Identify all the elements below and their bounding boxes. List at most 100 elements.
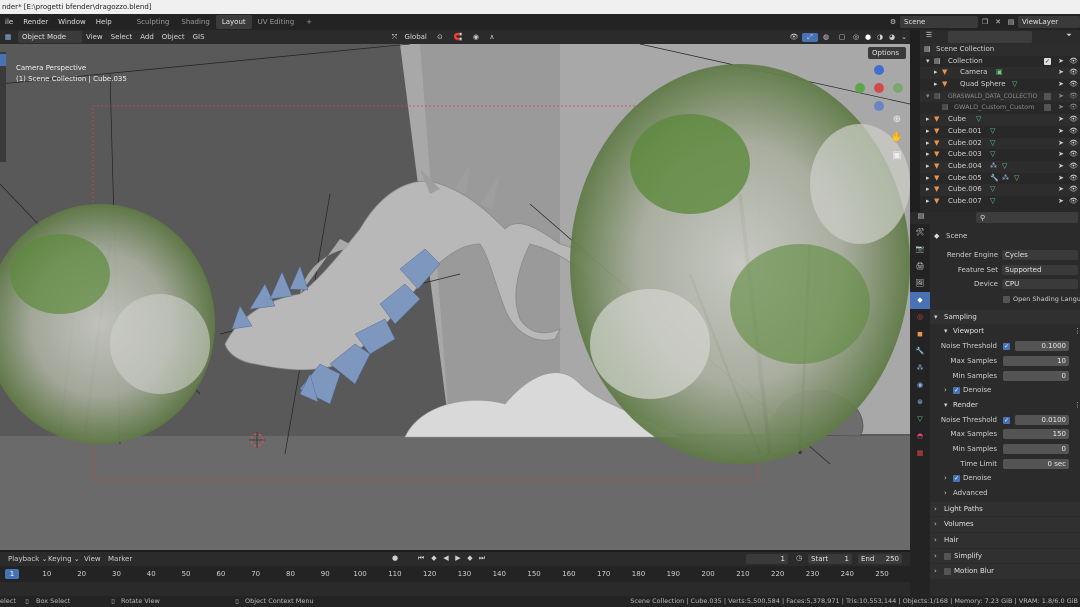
menu-help[interactable]: Help xyxy=(91,18,117,26)
outliner-row-scene-collection[interactable]: ▤ Scene Collection xyxy=(920,44,1080,56)
properties-editor-icon[interactable]: ▤ xyxy=(914,212,928,220)
device-dropdown[interactable]: CPU xyxy=(1002,279,1078,290)
time-limit-field[interactable]: 0 sec xyxy=(1003,458,1069,469)
proportional-edit-icon[interactable]: ◉ xyxy=(467,33,485,41)
outliner-row-gwald-custom[interactable]: ▤ GWALD_Custom_Custom ➤ 👁 xyxy=(920,102,1080,114)
open-shading-checkbox[interactable] xyxy=(1003,296,1010,304)
pivot-icon[interactable]: ⊙ xyxy=(431,33,449,41)
zoom-icon[interactable]: ⊕ xyxy=(890,114,904,125)
expand-icon[interactable]: ▸ xyxy=(926,114,930,126)
outliner-row-camera[interactable]: ▸ ▼ Camera ▣ ➤ 👁 xyxy=(920,67,1080,80)
particles-tab-icon[interactable]: ⁂ xyxy=(910,360,930,377)
select-arrow-icon[interactable]: ➤ xyxy=(1058,161,1064,173)
select-arrow-icon[interactable]: ➤ xyxy=(1058,67,1064,79)
motion-blur-panel-header[interactable]: › Motion Blur xyxy=(930,564,1080,580)
select-arrow-icon[interactable]: ➤ xyxy=(1058,91,1064,103)
menu-gis[interactable]: GIS xyxy=(189,33,209,41)
play-icon[interactable]: ▶ xyxy=(452,554,464,562)
expand-icon[interactable]: ▾ xyxy=(926,56,930,68)
select-arrow-icon[interactable]: ➤ xyxy=(1058,56,1064,68)
pan-hand-icon[interactable]: ✋ xyxy=(890,132,904,143)
shading-rendered-icon[interactable]: ◕ xyxy=(886,33,898,41)
menu-window[interactable]: Window xyxy=(53,18,91,26)
add-workspace-button[interactable]: + xyxy=(300,15,318,29)
outliner-row-cube-001[interactable]: ▸ ▼ Cube.001 ▽ ➤ 👁 xyxy=(920,126,1080,138)
menu-file[interactable]: ile xyxy=(0,18,18,26)
outliner-row-cube[interactable]: ▸ ▼ Cube ▽ ➤ 👁 xyxy=(920,114,1080,126)
tab-sculpting[interactable]: Sculpting xyxy=(131,15,176,29)
marker-menu[interactable]: Marker xyxy=(108,555,132,563)
noise-threshold-field[interactable]: 0.0100 xyxy=(1015,414,1069,425)
r-denoise-row[interactable]: › ✓ Denoise xyxy=(930,471,1080,486)
select-tool-icon[interactable] xyxy=(0,54,6,66)
volumes-panel-header[interactable]: › Volumes xyxy=(930,517,1080,533)
timeline-view-menu[interactable]: View xyxy=(84,555,101,563)
menu-select[interactable]: Select xyxy=(107,33,137,41)
eye-icon[interactable]: 👁 xyxy=(1069,173,1078,185)
3d-viewport[interactable]: Camera Perspective (1) Scene Collection … xyxy=(0,44,910,550)
copy-scene-icon[interactable]: ❐ xyxy=(978,18,992,26)
jump-start-icon[interactable]: ⏮ xyxy=(415,554,427,563)
outliner-row-collection[interactable]: ▾ ▤ Collection ✓ ➤ 👁 xyxy=(920,56,1080,68)
noise-threshold-checkbox[interactable]: ✓ xyxy=(1003,416,1010,424)
data-tab-icon[interactable]: ▽ xyxy=(910,411,930,428)
eye-icon[interactable]: 👁 xyxy=(1069,114,1078,126)
jump-end-icon[interactable]: ⏭ xyxy=(476,554,488,563)
world-tab-icon[interactable]: ◎ xyxy=(910,309,930,326)
expand-icon[interactable]: ▸ xyxy=(926,161,930,173)
shading-material-icon[interactable]: ◑ xyxy=(874,33,886,41)
xray-icon[interactable]: ▢ xyxy=(834,33,850,41)
output-tab-icon[interactable]: 🖨 xyxy=(910,258,930,275)
select-arrow-icon[interactable]: ➤ xyxy=(1058,173,1064,185)
eye-icon[interactable]: 👁 xyxy=(1069,161,1078,173)
menu-view[interactable]: View xyxy=(82,33,107,41)
material-tab-icon[interactable]: ◓ xyxy=(910,428,930,445)
visibility-icon[interactable]: 👁 xyxy=(786,33,802,41)
modifier-tab-icon[interactable]: 🔧 xyxy=(910,343,930,360)
prev-keyframe-icon[interactable]: ◆ xyxy=(428,554,440,562)
select-arrow-icon[interactable]: ➤ xyxy=(1058,114,1064,126)
simplify-checkbox[interactable] xyxy=(944,552,951,560)
expand-icon[interactable]: ▸ xyxy=(934,67,938,79)
object-mode-dropdown[interactable]: Object Mode xyxy=(18,31,82,43)
min-samples-field[interactable]: 0 xyxy=(1003,370,1069,381)
outliner-row-cube-006[interactable]: ▸ ▼ Cube.006 ▽ ➤ 👁 xyxy=(920,184,1080,196)
tab-uv-editing[interactable]: UV Editing xyxy=(252,15,301,29)
tab-layout[interactable]: Layout xyxy=(215,15,252,29)
close-scene-icon[interactable]: ✕ xyxy=(992,18,1004,26)
outliner-row-graswald-collection[interactable]: ▾ ▤ GRASWALD_DATA_COLLECTIO ➤ 👁 xyxy=(920,90,1080,103)
outliner-row-cube-002[interactable]: ▸ ▼ Cube.002 ▽ ➤ 👁 xyxy=(920,137,1080,150)
current-frame-field[interactable]: 1 xyxy=(746,554,788,564)
expand-icon[interactable]: ▸ xyxy=(926,126,930,138)
outliner-search-input[interactable] xyxy=(948,31,1032,43)
play-reverse-icon[interactable]: ◀ xyxy=(440,554,452,562)
eye-icon[interactable]: 👁 xyxy=(1069,138,1078,150)
eye-icon[interactable]: 👁 xyxy=(1069,102,1078,114)
menu-render[interactable]: Render xyxy=(18,18,53,26)
select-arrow-icon[interactable]: ➤ xyxy=(1058,138,1064,150)
shading-solid-icon[interactable]: ● xyxy=(862,33,874,41)
eye-icon[interactable]: 👁 xyxy=(1069,56,1078,68)
expand-icon[interactable]: ▸ xyxy=(926,149,930,161)
eye-icon[interactable]: 👁 xyxy=(1069,126,1078,138)
simplify-panel-header[interactable]: › Simplify xyxy=(930,548,1080,564)
eye-icon[interactable]: 👁 xyxy=(1069,196,1078,208)
drag-handle-icon[interactable]: ⋮ xyxy=(1074,398,1080,413)
outliner-editor-icon[interactable]: ☰ xyxy=(922,31,936,39)
eye-icon[interactable]: 👁 xyxy=(1069,184,1078,196)
view-layer-tab-icon[interactable]: 🖼 xyxy=(910,275,930,292)
exclude-checkbox[interactable]: ✓ xyxy=(1044,57,1051,65)
expand-icon[interactable]: ▸ xyxy=(926,173,930,185)
start-frame-field[interactable]: Start 1 xyxy=(808,554,852,564)
end-frame-field[interactable]: End 250 xyxy=(858,554,902,564)
options-button[interactable]: Options xyxy=(868,47,906,59)
denoise-checkbox[interactable]: ✓ xyxy=(953,387,960,395)
area-divider[interactable] xyxy=(910,30,920,224)
viewlayer-field[interactable]: ViewLayer xyxy=(1018,16,1080,28)
properties-search-input[interactable]: ⚲ xyxy=(976,212,1078,223)
filter-icon[interactable]: ⏷ xyxy=(1062,31,1076,40)
max-samples-field[interactable]: 10 xyxy=(1003,355,1069,366)
exclude-checkbox[interactable] xyxy=(1044,92,1051,100)
constraints-tab-icon[interactable]: ⊗ xyxy=(910,394,930,411)
texture-tab-icon[interactable]: ▦ xyxy=(910,445,930,462)
